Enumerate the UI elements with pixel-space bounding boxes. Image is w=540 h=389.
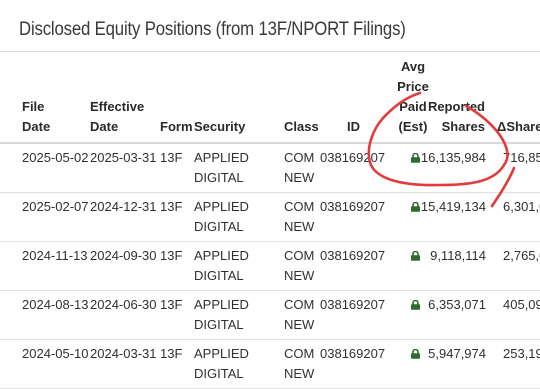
header-class[interactable]: Class — [284, 117, 319, 137]
cell-reported-shares: 6,353,071 — [428, 297, 486, 312]
cell-delta-shares: 2,765,043 — [503, 248, 540, 263]
cell-delta-shares: 716,850 — [503, 150, 540, 165]
cell-form: 13F — [160, 346, 183, 361]
cell-form: 13F — [160, 150, 183, 165]
cell-class: COM NEW — [284, 248, 315, 283]
cell-delta-shares: 405,097 — [503, 297, 540, 312]
cell-effective-date: 2025-03-31 — [90, 150, 157, 165]
cell-file-date: 2025-05-02 — [22, 150, 89, 165]
cell-reported-shares: 15,419,134 — [420, 199, 486, 214]
cell-id[interactable]: 038169207 — [320, 295, 385, 315]
cell-file-date: 2024-08-13 — [22, 297, 89, 312]
cell-class: COM NEW — [284, 346, 315, 381]
cell-security[interactable]: APPLIED DIGITAL — [194, 246, 249, 286]
cell-delta-shares: 253,195 — [503, 346, 540, 361]
cell-id[interactable]: 038169207 — [320, 197, 385, 217]
cell-security[interactable]: APPLIED DIGITAL — [194, 197, 249, 237]
cell-reported-shares: 9,118,114 — [430, 248, 486, 263]
cell-security[interactable]: APPLIED DIGITAL — [194, 295, 249, 335]
table-row: 2024-11-13 2024-09-30 13F APPLIED DIGITA… — [0, 242, 540, 291]
cell-id[interactable]: 038169207 — [320, 246, 385, 266]
table-row: 2024-08-13 2024-06-30 13F APPLIED DIGITA… — [0, 291, 540, 340]
header-effective-date[interactable]: Effective Date — [90, 97, 144, 137]
cell-id[interactable]: 038169207 — [320, 344, 385, 364]
header-security[interactable]: Security — [194, 117, 245, 137]
cell-file-date: 2024-05-10 — [22, 346, 89, 361]
header-id[interactable]: ID — [347, 117, 360, 137]
header-delta-shares[interactable]: ΔShares — [497, 117, 540, 137]
cell-security[interactable]: APPLIED DIGITAL — [194, 148, 249, 188]
cell-delta-shares: 6,301,020 — [503, 199, 540, 214]
cell-form: 13F — [160, 248, 183, 263]
header-reported-shares[interactable]: Reported Shares — [425, 97, 485, 137]
page-title: Disclosed Equity Positions (from 13F/NPO… — [19, 18, 406, 40]
header-file-date[interactable]: File Date — [22, 97, 50, 137]
cell-class: COM NEW — [284, 297, 315, 332]
cell-form: 13F — [160, 199, 183, 214]
header-form[interactable]: Form — [160, 117, 193, 137]
cell-effective-date: 2024-12-31 — [90, 199, 157, 214]
cell-form: 13F — [160, 297, 183, 312]
table-row: 2025-05-02 2025-03-31 13F APPLIED DIGITA… — [0, 144, 540, 193]
cell-security[interactable]: APPLIED DIGITAL — [194, 344, 249, 384]
cell-file-date: 2024-11-13 — [22, 248, 88, 263]
title-divider — [0, 51, 540, 52]
cell-class: COM NEW — [284, 199, 315, 234]
table-row: 2025-02-07 2024-12-31 13F APPLIED DIGITA… — [0, 193, 540, 242]
table-row: 2024-05-10 2024-03-31 13F APPLIED DIGITA… — [0, 340, 540, 389]
cell-file-date: 2025-02-07 — [22, 199, 89, 214]
cell-reported-shares: 16,135,984 — [420, 150, 486, 165]
cell-effective-date: 2024-09-30 — [90, 248, 157, 263]
cell-reported-shares: 5,947,974 — [428, 346, 486, 361]
cell-effective-date: 2024-03-31 — [90, 346, 157, 361]
cell-effective-date: 2024-06-30 — [90, 297, 157, 312]
cell-id[interactable]: 038169207 — [320, 148, 385, 168]
cell-class: COM NEW — [284, 150, 315, 185]
